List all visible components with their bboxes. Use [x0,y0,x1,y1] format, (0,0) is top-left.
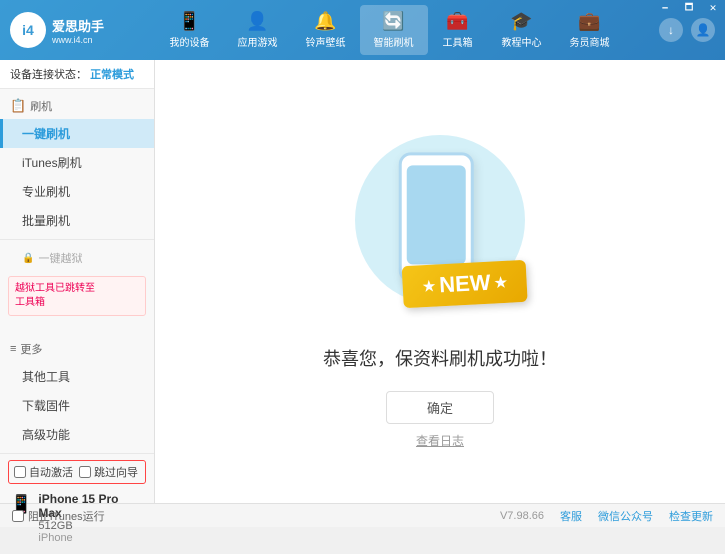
status-bar: 设备连接状态： 正常模式 [0,60,154,89]
sidebar: 设备连接状态： 正常模式 📋 刷机 一键刷机 iTunes刷机 专业刷机 批量刷… [0,60,155,503]
lock-icon: 🔒 [22,253,34,264]
star-left-icon: ★ [422,277,435,295]
close-button[interactable]: ✕ [701,0,725,16]
nav-my-device[interactable]: 📱 我的设备 [156,5,224,55]
service-icon: 💼 [578,11,600,32]
phone-screen [407,165,466,264]
nav-bar: 📱 我的设备 👤 应用游戏 🔔 铃声壁纸 🔄 智能刷机 🧰 工具箱 🎓 [120,5,659,55]
minimize-button[interactable]: 🗕 [653,0,677,16]
tutorial-icon: 🎓 [510,11,532,32]
header-right: ↓ 👤 [659,18,715,42]
device-icon: 📱 [178,11,200,32]
logo-icon: i4 [10,12,46,48]
more-group-header: ≡ 更多 [0,336,154,362]
check-update-link[interactable]: 检查更新 [669,508,713,524]
sidebar-warning: 越狱工具已跳转至工具箱 [8,276,146,316]
nav-ringtones[interactable]: 🔔 铃声壁纸 [292,5,360,55]
itunes-block-checkbox[interactable] [12,510,24,522]
nav-tutorials[interactable]: 🎓 教程中心 [488,5,556,55]
ringtone-icon: 🔔 [314,11,336,32]
auto-activate-row: 自动激活 跳过向导 [8,460,146,484]
new-badge: ★ NEW ★ [403,263,527,305]
content-area: ✦ ✦ ★ NEW ★ 恭喜您，保资料刷机成功啦！ 确定 查看日志 [155,60,725,503]
sidebar-item-download-fw[interactable]: 下载固件 [0,391,154,420]
auto-activate-checkbox[interactable]: 自动激活 [14,464,73,480]
logo-text: 爱思助手 www.i4.cn [52,16,104,45]
apps-icon: 👤 [246,11,268,32]
main-layout: 设备连接状态： 正常模式 📋 刷机 一键刷机 iTunes刷机 专业刷机 批量刷… [0,60,725,503]
version-label: V7.98.66 [500,510,544,522]
sidebar-item-itunes-flash[interactable]: iTunes刷机 [0,148,154,177]
nav-apps-games[interactable]: 👤 应用游戏 [224,5,292,55]
new-ribbon: ★ NEW ★ [402,259,528,307]
sidebar-bottom: 自动激活 跳过向导 📱 iPhone 15 Pro Max 512GB iPho… [0,453,154,554]
divider-1 [0,239,154,240]
star-right-icon: ★ [494,273,507,291]
sidebar-item-other-tools[interactable]: 其他工具 [0,362,154,391]
footer-right: V7.98.66 客服 微信公众号 检查更新 [500,508,713,524]
nav-smart-flash[interactable]: 🔄 智能刷机 [360,5,428,55]
more-icon: ≡ [10,343,16,355]
view-log-link[interactable]: 查看日志 [416,432,464,449]
guide-activate-input[interactable] [79,466,91,478]
toolbox-icon: 🧰 [446,11,468,32]
phone-illustration: ✦ ✦ ★ NEW ★ [330,115,550,325]
sparkle-1-icon: ✦ [360,125,372,142]
wechat-link[interactable]: 微信公众号 [598,508,653,524]
flash-section: 📋 刷机 一键刷机 iTunes刷机 专业刷机 批量刷机 🔒 一键越狱 越狱工具… [0,89,154,324]
logo-area: i4 爱思助手 www.i4.cn [10,12,120,48]
user-button[interactable]: 👤 [691,18,715,42]
footer-left: 阻止iTunes运行 [12,508,105,524]
auto-activate-input[interactable] [14,466,26,478]
sparkle-2-icon: ✦ [503,130,515,147]
flash-group-icon: 📋 [10,98,26,114]
maximize-button[interactable]: 🗖 [677,0,701,16]
customer-service-link[interactable]: 客服 [560,508,582,524]
success-title: 恭喜您，保资料刷机成功啦！ [323,345,557,371]
sidebar-item-advanced[interactable]: 高级功能 [0,420,154,449]
sidebar-item-batch-flash[interactable]: 批量刷机 [0,206,154,235]
nav-service[interactable]: 💼 务员商城 [556,5,624,55]
sidebar-item-jailbreak: 🔒 一键越狱 [0,244,154,272]
nav-toolbox[interactable]: 🧰 工具箱 [428,5,488,55]
guide-activate-checkbox[interactable]: 跳过向导 [79,464,138,480]
flash-group-header: 📋 刷机 [0,93,154,119]
confirm-button[interactable]: 确定 [386,391,494,424]
header: i4 爱思助手 www.i4.cn 📱 我的设备 👤 应用游戏 🔔 铃声壁纸 🔄 [0,0,725,60]
download-button[interactable]: ↓ [659,18,683,42]
sidebar-item-pro-flash[interactable]: 专业刷机 [0,177,154,206]
device-type: iPhone [38,532,144,544]
more-section: ≡ 更多 其他工具 下载固件 高级功能 [0,332,154,453]
flash-icon: 🔄 [382,11,404,32]
window-controls: 🗕 🗖 ✕ [653,0,725,16]
sidebar-item-one-key-flash[interactable]: 一键刷机 [0,119,154,148]
